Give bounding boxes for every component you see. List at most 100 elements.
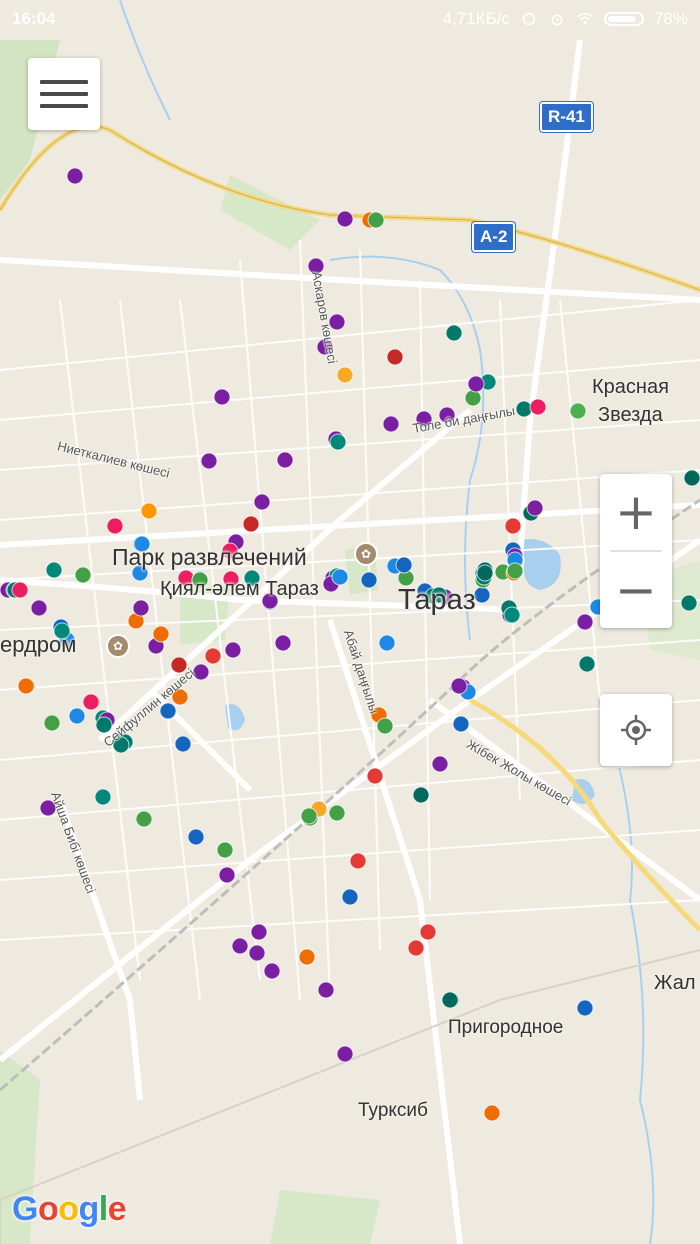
map-marker[interactable] [529,398,547,416]
map-marker[interactable] [376,717,394,735]
google-logo-letter: G [12,1190,38,1228]
map-marker[interactable] [200,452,218,470]
place-label-taraz: Тараз [398,584,476,616]
route-shield-a2: A-2 [472,222,516,252]
zoom-in-button[interactable]: + [600,474,672,550]
map-marker[interactable] [395,556,413,574]
map-marker[interactable] [250,923,268,941]
my-location-button[interactable] [600,694,672,766]
map-marker[interactable] [506,562,524,580]
map-marker[interactable] [317,981,335,999]
map-marker[interactable] [483,1104,501,1122]
network-speed: 4,71КБ/с [442,9,510,28]
map-marker[interactable] [132,599,150,617]
battery-percent: 78% [653,9,688,28]
map-marker[interactable] [341,888,359,906]
hamburger-icon-bar [40,92,88,96]
map-marker[interactable] [569,402,587,420]
map-marker[interactable] [213,388,231,406]
map-marker[interactable] [360,571,378,589]
map-marker[interactable] [224,641,242,659]
zoom-out-button[interactable]: − [600,552,672,628]
map-marker[interactable] [106,517,124,535]
map-marker[interactable] [349,852,367,870]
map-marker[interactable] [366,767,384,785]
map-marker[interactable] [578,655,596,673]
map-marker[interactable] [504,517,522,535]
map-marker[interactable] [276,451,294,469]
map-marker[interactable] [367,211,385,229]
map-marker[interactable] [476,564,494,582]
map-marker[interactable] [152,625,170,643]
map-marker[interactable] [452,715,470,733]
map-marker[interactable] [336,1045,354,1063]
map-marker[interactable] [204,647,222,665]
battery-icon [603,12,644,26]
google-logo: Google [12,1190,127,1229]
map-marker[interactable] [431,755,449,773]
map-marker[interactable] [231,937,249,955]
map-marker[interactable] [242,515,260,533]
map-marker[interactable] [45,561,63,579]
map-marker[interactable] [218,866,236,884]
map-marker[interactable] [135,810,153,828]
map-marker[interactable] [248,944,266,962]
place-label-turksib: Турксиб [358,1100,428,1121]
map-marker[interactable] [174,735,192,753]
map-marker[interactable] [503,606,521,624]
google-logo-letter: l [98,1190,108,1228]
map-marker[interactable] [467,375,485,393]
map-marker[interactable] [140,502,158,520]
map-marker[interactable] [30,599,48,617]
status-right: 4,71КБ/с 78% [443,9,688,29]
map-marker[interactable] [382,415,400,433]
map-marker[interactable] [407,939,425,957]
map-marker[interactable] [331,568,349,586]
map-marker[interactable] [94,788,112,806]
map-marker[interactable] [82,693,100,711]
map-marker[interactable] [298,948,316,966]
map-marker[interactable] [464,389,482,407]
map-marker[interactable] [445,324,463,342]
map-marker[interactable] [300,807,318,825]
map-marker[interactable] [683,469,700,487]
map-marker[interactable] [576,999,594,1017]
route-shield-r41: R-41 [540,102,593,132]
map-marker[interactable] [253,493,271,511]
map-marker[interactable] [216,841,234,859]
map-marker[interactable] [66,167,84,185]
hamburger-icon-bar [40,104,88,108]
map-marker[interactable] [68,707,86,725]
place-label-hippodrome: ердром [0,632,77,657]
map-marker[interactable] [473,586,491,604]
data-saver-icon [522,12,536,26]
map-marker[interactable] [576,613,594,631]
map-marker[interactable] [328,804,346,822]
map-marker[interactable] [441,991,459,1009]
map-marker[interactable] [336,210,354,228]
wifi-icon [577,13,593,25]
map-marker[interactable] [11,581,29,599]
map-marker[interactable] [187,828,205,846]
map-marker[interactable] [450,677,468,695]
place-label-kiyal: Қиял-әлем Тараз [160,578,319,600]
map-marker[interactable] [274,634,292,652]
map-marker[interactable] [43,714,61,732]
map-marker[interactable] [329,433,347,451]
map-marker[interactable] [386,348,404,366]
map-marker[interactable] [17,677,35,695]
map-marker[interactable] [680,594,698,612]
map-marker[interactable] [526,499,544,517]
map-canvas[interactable] [0,0,700,1244]
map-marker[interactable] [412,786,430,804]
place-label-krasnaya: Красная [592,376,669,398]
google-logo-letter: g [78,1190,100,1228]
map-marker[interactable] [74,566,92,584]
menu-button[interactable] [28,58,100,130]
status-bar: 16:04 4,71КБ/с 78% [0,0,700,38]
map-marker[interactable] [263,962,281,980]
map-marker[interactable] [336,366,354,384]
map-marker[interactable] [378,634,396,652]
map-marker[interactable] [419,923,437,941]
map-marker[interactable] [515,400,533,418]
